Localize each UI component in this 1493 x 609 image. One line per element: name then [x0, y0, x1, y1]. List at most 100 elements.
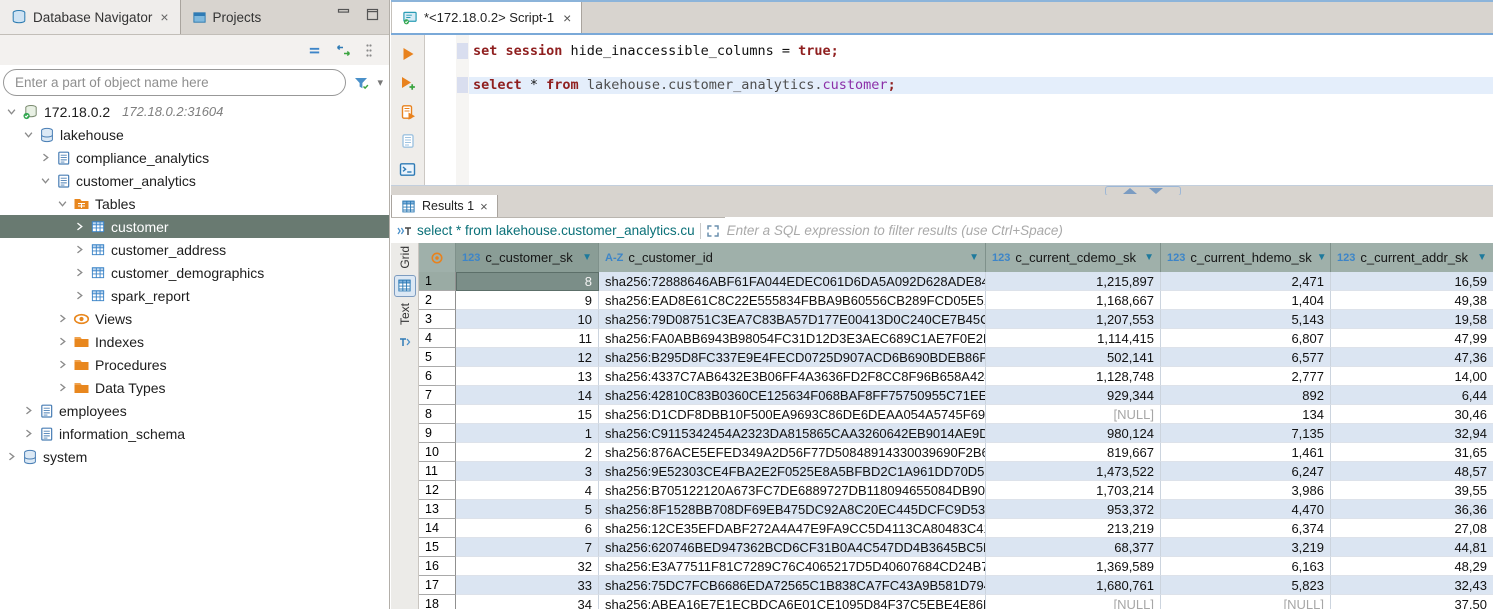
tree-item-compliance-analytics[interactable]: compliance_analytics	[0, 146, 389, 169]
cell-c-customer-id[interactable]: sha256:D1CDF8DBB10F500EA9693C86DE6DEAA05…	[599, 405, 986, 424]
chevron-right-icon[interactable]	[23, 406, 34, 415]
chevron-down-icon[interactable]	[57, 199, 68, 208]
column-dropdown-icon[interactable]: ▼	[1144, 252, 1154, 263]
tree-item-employees[interactable]: employees	[0, 399, 389, 422]
filter-funnel-icon[interactable]	[353, 75, 370, 91]
view-menu-icon[interactable]	[365, 43, 373, 58]
cell-c-current-addr-sk[interactable]: 32,94	[1331, 424, 1493, 443]
row-number[interactable]: 2	[419, 291, 456, 310]
cell-c-customer-sk[interactable]: 15	[456, 405, 599, 424]
row-number[interactable]: 15	[419, 538, 456, 557]
collapse-all-icon[interactable]	[307, 43, 322, 58]
tree-item-customer-demographics[interactable]: customer_demographics	[0, 261, 389, 284]
cell-c-current-hdemo-sk[interactable]: 5,143	[1161, 310, 1331, 329]
cell-c-customer-sk[interactable]: 34	[456, 595, 599, 609]
cell-c-customer-sk[interactable]: 32	[456, 557, 599, 576]
column-dropdown-icon[interactable]: ▼	[582, 252, 592, 263]
cell-c-current-addr-sk[interactable]: 36,36	[1331, 500, 1493, 519]
chevron-right-icon[interactable]	[57, 383, 68, 392]
tree-item-information-schema[interactable]: information_schema	[0, 422, 389, 445]
cell-c-current-hdemo-sk[interactable]: 2,777	[1161, 367, 1331, 386]
filter-expression-input[interactable]	[725, 217, 1493, 244]
cell-c-customer-id[interactable]: sha256:ABEA16E7E1ECBDCA6E01CE1095D84F37C…	[599, 595, 986, 609]
cell-c-current-hdemo-sk[interactable]: 6,807	[1161, 329, 1331, 348]
presentation-text-label[interactable]: Text	[398, 303, 412, 325]
cell-c-current-hdemo-sk[interactable]: 2,471	[1161, 272, 1331, 291]
tree-item-views[interactable]: Views	[0, 307, 389, 330]
row-number[interactable]: 14	[419, 519, 456, 538]
column-header-c-current-hdemo-sk[interactable]: 123c_current_hdemo_sk▼	[1161, 243, 1331, 272]
chevron-down-icon[interactable]	[23, 130, 34, 139]
cell-c-customer-id[interactable]: sha256:C9115342454A2323DA815865CAA326064…	[599, 424, 986, 443]
cell-c-current-addr-sk[interactable]: 32,43	[1331, 576, 1493, 595]
row-number[interactable]: 6	[419, 367, 456, 386]
cell-c-current-cdemo-sk[interactable]: 1,168,667	[986, 291, 1161, 310]
cell-c-customer-sk[interactable]: 2	[456, 443, 599, 462]
column-header-c-current-addr-sk[interactable]: 123c_current_addr_sk▼	[1331, 243, 1493, 272]
cell-c-current-addr-sk[interactable]: 6,44	[1331, 386, 1493, 405]
cell-c-current-addr-sk[interactable]: 16,59	[1331, 272, 1493, 291]
maximize-icon[interactable]	[366, 8, 379, 21]
close-icon[interactable]: ×	[480, 199, 488, 214]
row-number[interactable]: 10	[419, 443, 456, 462]
tree-item-spark-report[interactable]: spark_report	[0, 284, 389, 307]
cell-c-customer-id[interactable]: sha256:E3A77511F81C7289C76C4065217D5D406…	[599, 557, 986, 576]
cell-c-current-addr-sk[interactable]: 27,08	[1331, 519, 1493, 538]
row-number[interactable]: 8	[419, 405, 456, 424]
cell-c-current-hdemo-sk[interactable]: 6,374	[1161, 519, 1331, 538]
cell-c-current-addr-sk[interactable]: 14,00	[1331, 367, 1493, 386]
cell-c-current-cdemo-sk[interactable]: [NULL]	[986, 405, 1161, 424]
cell-c-customer-sk[interactable]: 3	[456, 462, 599, 481]
cell-c-current-addr-sk[interactable]: 30,46	[1331, 405, 1493, 424]
chevron-right-icon[interactable]	[74, 268, 85, 277]
expand-filter-icon[interactable]	[706, 224, 720, 238]
cell-c-current-hdemo-sk[interactable]: 5,823	[1161, 576, 1331, 595]
tree-item-lakehouse[interactable]: lakehouse	[0, 123, 389, 146]
cell-c-current-cdemo-sk[interactable]: 1,207,553	[986, 310, 1161, 329]
tab-database-navigator[interactable]: Database Navigator ×	[0, 0, 181, 34]
editor-results-sash[interactable]	[391, 185, 1493, 195]
row-number[interactable]: 13	[419, 500, 456, 519]
cell-c-customer-sk[interactable]: 12	[456, 348, 599, 367]
sql-code-area[interactable]: set session hide_inaccessible_columns = …	[469, 35, 1493, 187]
column-header-c-customer-id[interactable]: A-Zc_customer_id▼	[599, 243, 986, 272]
chevron-right-icon[interactable]	[6, 452, 17, 461]
cell-c-current-hdemo-sk[interactable]: 6,247	[1161, 462, 1331, 481]
cell-c-current-hdemo-sk[interactable]: 1,461	[1161, 443, 1331, 462]
tree-item-data-types[interactable]: Data Types	[0, 376, 389, 399]
cell-c-customer-id[interactable]: sha256:12CE35EFDABF272A4A47E9FA9CC5D4113…	[599, 519, 986, 538]
cell-c-customer-id[interactable]: sha256:B705122120A673FC7DE6889727DB11809…	[599, 481, 986, 500]
cell-c-current-hdemo-sk[interactable]: 892	[1161, 386, 1331, 405]
column-header-c-current-cdemo-sk[interactable]: 123c_current_cdemo_sk▼	[986, 243, 1161, 272]
close-icon[interactable]: ×	[563, 10, 571, 26]
column-dropdown-icon[interactable]: ▼	[1317, 252, 1327, 263]
cell-c-current-cdemo-sk[interactable]: 953,372	[986, 500, 1161, 519]
tab-projects[interactable]: Projects	[181, 0, 273, 34]
cell-c-customer-id[interactable]: sha256:75DC7FCB6686EDA72565C1B838CA7FC43…	[599, 576, 986, 595]
collapse-up-icon[interactable]	[1123, 188, 1137, 194]
execute-button[interactable]	[400, 46, 416, 62]
tree-item-indexes[interactable]: Indexes	[0, 330, 389, 353]
cell-c-customer-sk[interactable]: 1	[456, 424, 599, 443]
cell-c-customer-id[interactable]: sha256:EAD8E61C8C22E555834FBBA9B60556CB2…	[599, 291, 986, 310]
column-dropdown-icon[interactable]: ▼	[1477, 252, 1487, 263]
cell-c-current-addr-sk[interactable]: 48,29	[1331, 557, 1493, 576]
cell-c-customer-sk[interactable]: 8	[456, 272, 599, 291]
column-header-c-customer-sk[interactable]: 123c_customer_sk▼	[456, 243, 599, 272]
cell-c-current-addr-sk[interactable]: 47,99	[1331, 329, 1493, 348]
tab-results-1[interactable]: Results 1 ×	[391, 195, 498, 217]
cell-c-current-cdemo-sk[interactable]: 68,377	[986, 538, 1161, 557]
cell-c-customer-sk[interactable]: 4	[456, 481, 599, 500]
chevron-down-icon[interactable]	[40, 176, 51, 185]
presentation-grid-label[interactable]: Grid	[398, 246, 412, 269]
search-input[interactable]	[3, 69, 346, 96]
cell-c-current-addr-sk[interactable]: 31,65	[1331, 443, 1493, 462]
row-number[interactable]: 9	[419, 424, 456, 443]
cell-c-customer-sk[interactable]: 11	[456, 329, 599, 348]
chevron-down-icon[interactable]	[6, 107, 17, 116]
cell-c-customer-id[interactable]: sha256:79D08751C3EA7C83BA57D177E00413D0C…	[599, 310, 986, 329]
cell-c-current-addr-sk[interactable]: 47,36	[1331, 348, 1493, 367]
cell-c-current-hdemo-sk[interactable]: 134	[1161, 405, 1331, 424]
tab-script-1[interactable]: *<172.18.0.2> Script-1 ×	[391, 2, 582, 33]
cell-c-current-cdemo-sk[interactable]: 1,703,214	[986, 481, 1161, 500]
